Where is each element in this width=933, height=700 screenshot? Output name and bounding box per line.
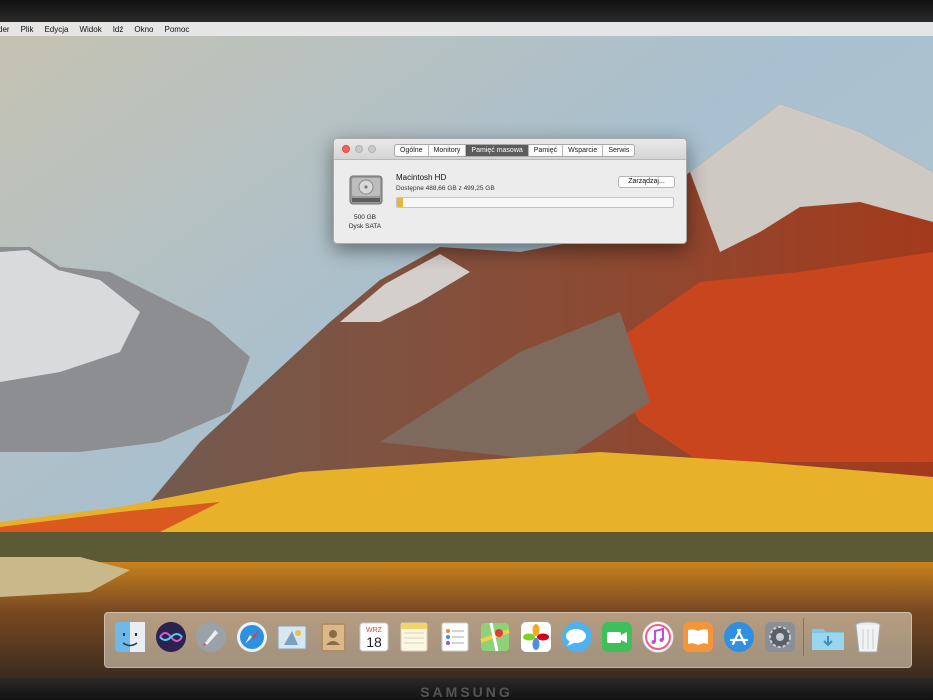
dock-icons: WRZ 18: [113, 618, 892, 656]
downloads-folder-icon[interactable]: [811, 618, 845, 656]
storage-usage-bar: [396, 197, 674, 208]
monitor-bezel-top: [0, 0, 933, 22]
photos-icon[interactable]: [519, 618, 553, 656]
menu-idz[interactable]: Idź: [113, 25, 124, 34]
system-preferences-icon[interactable]: [763, 618, 797, 656]
disk-info: 500 GB Dysk SATA: [340, 213, 390, 231]
menu-plik[interactable]: Plik: [21, 25, 34, 34]
calendar-icon[interactable]: WRZ 18: [357, 618, 391, 656]
siri-icon[interactable]: [154, 618, 188, 656]
about-this-mac-window: Ogólne Monitory Pamięć masowa Pamięć Wsp…: [333, 138, 687, 244]
menu-pomoc[interactable]: Pomoc: [165, 25, 190, 34]
storage-usage-fill: [397, 198, 403, 207]
close-button[interactable]: [342, 145, 350, 153]
minimize-button[interactable]: [355, 145, 363, 153]
menu-bar: der Plik Edycja Widok Idź Okno Pomoc: [0, 22, 933, 36]
messages-icon[interactable]: [560, 618, 594, 656]
trash-icon[interactable]: [851, 618, 885, 656]
app-store-icon[interactable]: [722, 618, 756, 656]
menu-widok[interactable]: Widok: [79, 25, 101, 34]
menu-app-name[interactable]: der: [0, 25, 10, 34]
mail-icon[interactable]: [275, 618, 309, 656]
window-titlebar: Ogólne Monitory Pamięć masowa Pamięć Wsp…: [334, 139, 686, 160]
tab-pamiec-masowa[interactable]: Pamięć masowa: [466, 145, 529, 156]
zoom-button[interactable]: [368, 145, 376, 153]
hard-drive-icon: [349, 175, 383, 205]
tab-wsparcie[interactable]: Wsparcie: [563, 145, 604, 156]
contacts-icon[interactable]: [316, 618, 350, 656]
screen: der Plik Edycja Widok Idź Okno Pomoc Ogó…: [0, 22, 933, 680]
tab-bar: Ogólne Monitory Pamięć masowa Pamięć Wsp…: [394, 144, 636, 157]
volume-available: Dostępne 488,66 GB z 499,25 GB: [396, 185, 495, 192]
itunes-icon[interactable]: [641, 618, 675, 656]
menu-okno[interactable]: Okno: [134, 25, 153, 34]
monitor-brand: SAMSUNG: [420, 684, 513, 700]
disk-type-label: Dysk SATA: [348, 223, 382, 230]
menu-edycja[interactable]: Edycja: [44, 25, 68, 34]
finder-icon[interactable]: [113, 618, 147, 656]
tab-serwis[interactable]: Serwis: [603, 145, 634, 156]
safari-icon[interactable]: [235, 618, 269, 656]
volume-name: Macintosh HD: [396, 173, 447, 182]
reminders-icon[interactable]: [438, 618, 472, 656]
desktop-wallpaper: [0, 22, 933, 680]
dock: WRZ 18: [104, 612, 912, 668]
ibooks-icon[interactable]: [681, 618, 715, 656]
tab-pamiec[interactable]: Pamięć: [529, 145, 564, 156]
calendar-day: 18: [366, 634, 382, 650]
tab-ogolne[interactable]: Ogólne: [395, 145, 429, 156]
manage-button[interactable]: Zarządzaj...: [618, 176, 675, 188]
calendar-month: WRZ: [366, 627, 383, 634]
disk-size-label: 500 GB: [353, 214, 377, 221]
launchpad-icon[interactable]: [194, 618, 228, 656]
notes-icon[interactable]: [397, 618, 431, 656]
tab-monitory[interactable]: Monitory: [429, 145, 467, 156]
maps-icon[interactable]: [478, 618, 512, 656]
dock-separator: [803, 618, 805, 656]
facetime-icon[interactable]: [600, 618, 634, 656]
